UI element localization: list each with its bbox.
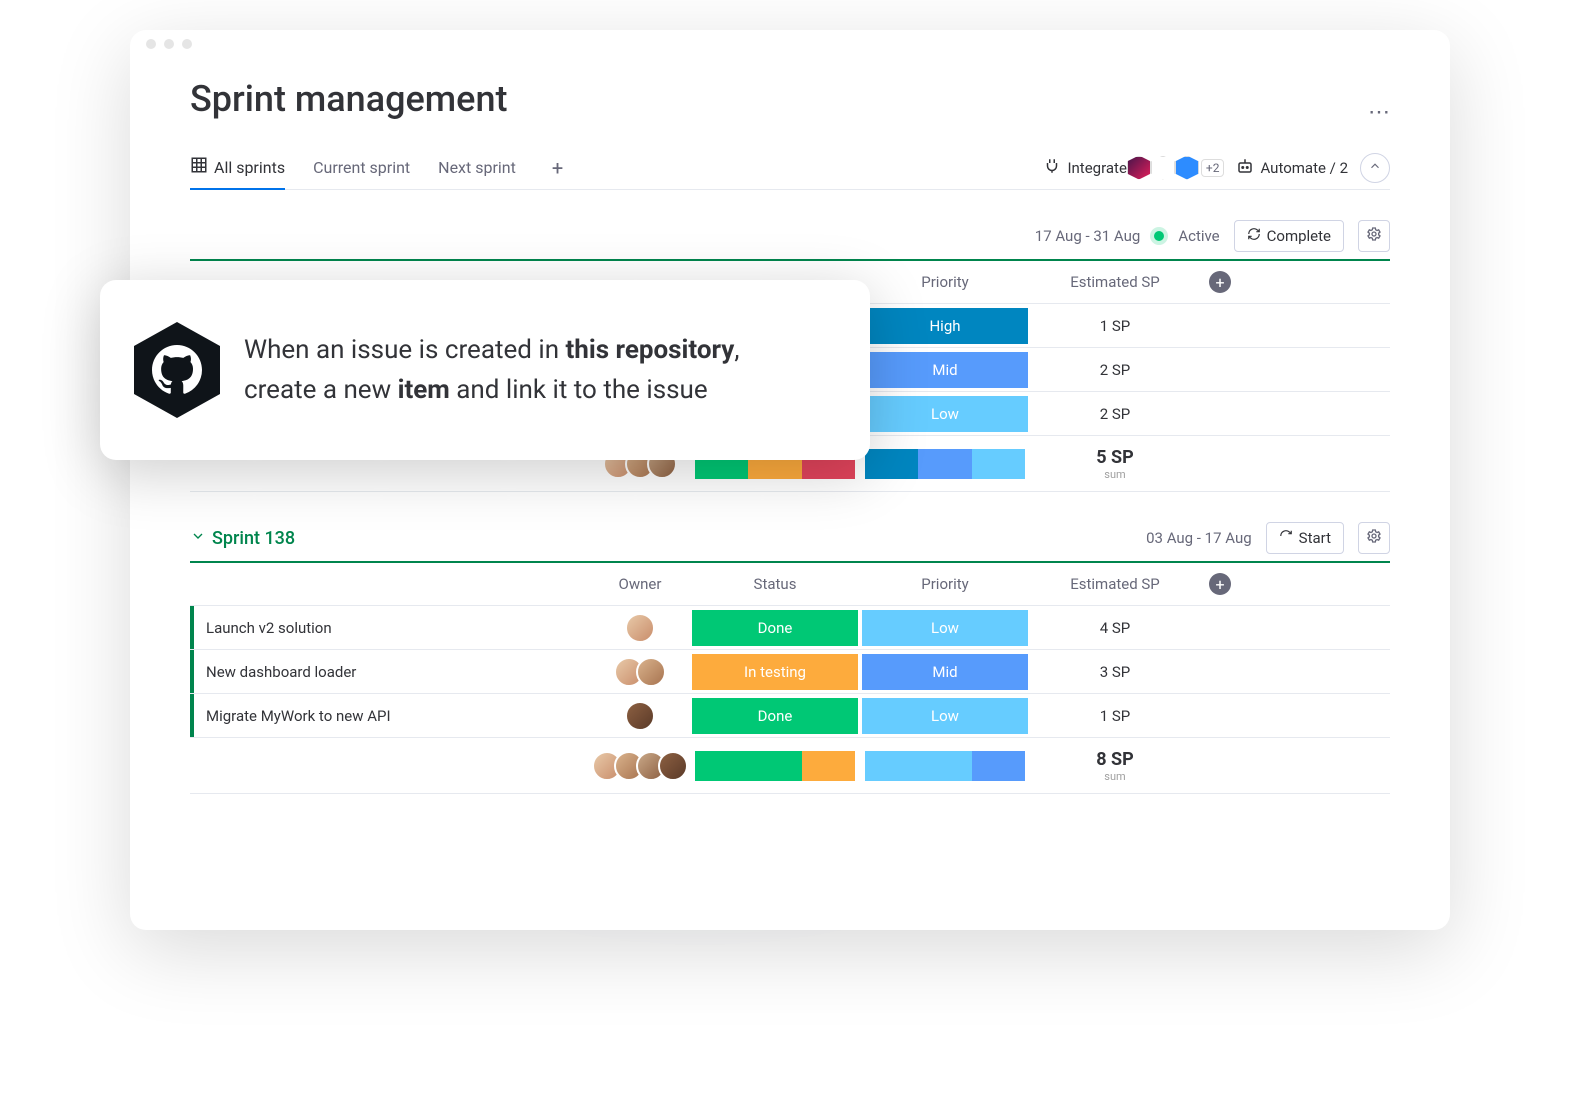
- table-row[interactable]: Launch v2 solution Done Low 4 SP: [190, 606, 1390, 650]
- status-summary-bar: [695, 751, 855, 781]
- sp-cell[interactable]: 2 SP: [1030, 392, 1200, 435]
- column-header-priority[interactable]: Priority: [860, 563, 1030, 605]
- priority-cell[interactable]: Low: [862, 610, 1028, 646]
- integration-icon: [1175, 156, 1199, 180]
- automate-button[interactable]: Automate / 2: [1236, 157, 1348, 179]
- sp-sum-label: sum: [1104, 770, 1125, 783]
- automation-recipe-card[interactable]: When an issue is created in this reposit…: [100, 280, 870, 460]
- status-cell[interactable]: In testing: [692, 654, 858, 690]
- tab-all-sprints[interactable]: All sprints: [190, 146, 285, 190]
- github-icon: [134, 322, 220, 418]
- sp-cell[interactable]: 2 SP: [1030, 348, 1200, 391]
- sprint-group: Sprint 138 03 Aug - 17 Aug Start Owner S…: [190, 522, 1390, 794]
- button-label: Start: [1299, 529, 1331, 547]
- tab-label: Next sprint: [438, 158, 516, 177]
- sp-sum-label: sum: [1104, 468, 1125, 481]
- sprint-name: Sprint 138: [212, 528, 295, 549]
- avatar: [625, 613, 655, 643]
- column-header-priority[interactable]: Priority: [860, 261, 1030, 303]
- avatar: [636, 657, 666, 687]
- sprint-status: Active: [1178, 227, 1219, 245]
- tab-next-sprint[interactable]: Next sprint: [438, 148, 516, 187]
- column-header-status[interactable]: Status: [690, 563, 860, 605]
- avatar: [625, 701, 655, 731]
- traffic-light-dot: [146, 39, 156, 49]
- priority-cell[interactable]: Mid: [862, 352, 1028, 388]
- column-header-owner[interactable]: Owner: [590, 563, 690, 605]
- chevron-up-icon: [1368, 158, 1382, 177]
- button-label: Complete: [1267, 227, 1331, 245]
- plug-icon: [1043, 157, 1061, 179]
- automation-recipe-text: When an issue is created in this reposit…: [244, 330, 740, 411]
- robot-icon: [1236, 157, 1254, 179]
- integration-icon: [1127, 156, 1151, 180]
- traffic-light-dot: [164, 39, 174, 49]
- sprint-settings-button[interactable]: [1358, 522, 1390, 554]
- task-name-cell[interactable]: Launch v2 solution: [190, 606, 590, 649]
- add-column-button[interactable]: +: [1209, 573, 1231, 595]
- priority-summary-bar: [865, 449, 1025, 479]
- table-view-icon: [190, 156, 208, 178]
- refresh-icon: [1247, 227, 1261, 245]
- summary-row: 8 SPsum: [190, 738, 1390, 794]
- owner-cell[interactable]: [590, 650, 690, 693]
- sp-cell[interactable]: 1 SP: [1030, 694, 1200, 737]
- table-row[interactable]: Migrate MyWork to new API Done Low 1 SP: [190, 694, 1390, 738]
- traffic-light-dot: [182, 39, 192, 49]
- column-header-sp[interactable]: Estimated SP: [1030, 261, 1200, 303]
- table-row[interactable]: New dashboard loader In testing Mid 3 SP: [190, 650, 1390, 694]
- priority-cell[interactable]: Low: [862, 396, 1028, 432]
- complete-sprint-button[interactable]: Complete: [1234, 220, 1344, 252]
- sprint-group-title[interactable]: Sprint 138: [190, 528, 295, 549]
- status-cell[interactable]: Done: [692, 610, 858, 646]
- integrations-more-badge: +2: [1201, 159, 1225, 177]
- app-window: Sprint management ⋯ All sprints Current …: [130, 30, 1450, 930]
- cycle-icon: [1279, 529, 1293, 547]
- tab-label: Current sprint: [313, 158, 410, 177]
- sp-sum-value: 8 SP: [1096, 749, 1134, 770]
- task-name-cell[interactable]: New dashboard loader: [190, 650, 590, 693]
- automate-label: Automate / 2: [1260, 159, 1348, 177]
- sp-cell[interactable]: 3 SP: [1030, 650, 1200, 693]
- status-cell[interactable]: Done: [692, 698, 858, 734]
- chevron-down-icon: [190, 528, 206, 549]
- window-titlebar: [130, 30, 1450, 58]
- integration-icon: [1151, 156, 1175, 180]
- sp-sum-value: 5 SP: [1096, 447, 1134, 468]
- active-status-dot: [1154, 231, 1164, 241]
- tab-current-sprint[interactable]: Current sprint: [313, 148, 410, 187]
- more-menu-button[interactable]: ⋯: [1368, 100, 1390, 125]
- sp-cell[interactable]: 4 SP: [1030, 606, 1200, 649]
- gear-icon: [1366, 528, 1382, 548]
- priority-cell[interactable]: Mid: [862, 654, 1028, 690]
- add-column-button[interactable]: +: [1209, 271, 1231, 293]
- column-header-sp[interactable]: Estimated SP: [1030, 563, 1200, 605]
- owner-cell[interactable]: [590, 694, 690, 737]
- page-title: Sprint management: [190, 78, 507, 120]
- task-name-cell[interactable]: Migrate MyWork to new API: [190, 694, 590, 737]
- add-view-button[interactable]: +: [544, 150, 571, 186]
- sp-cell[interactable]: 1 SP: [1030, 304, 1200, 347]
- priority-cell[interactable]: Low: [862, 698, 1028, 734]
- start-sprint-button[interactable]: Start: [1266, 522, 1344, 554]
- sprint-settings-button[interactable]: [1358, 220, 1390, 252]
- view-tabs-bar: All sprints Current sprint Next sprint +…: [190, 146, 1390, 190]
- sprint-dates: 17 Aug - 31 Aug: [1035, 227, 1141, 245]
- owner-avatars: [592, 751, 688, 781]
- collapse-button[interactable]: [1360, 153, 1390, 183]
- integrate-label: Integrate: [1067, 159, 1126, 177]
- gear-icon: [1366, 226, 1382, 246]
- integrate-button[interactable]: Integrate +2: [1043, 156, 1224, 180]
- sprint-dates: 03 Aug - 17 Aug: [1146, 529, 1252, 547]
- priority-cell[interactable]: High: [862, 308, 1028, 344]
- priority-summary-bar: [865, 751, 1025, 781]
- tab-label: All sprints: [214, 158, 285, 177]
- owner-cell[interactable]: [590, 606, 690, 649]
